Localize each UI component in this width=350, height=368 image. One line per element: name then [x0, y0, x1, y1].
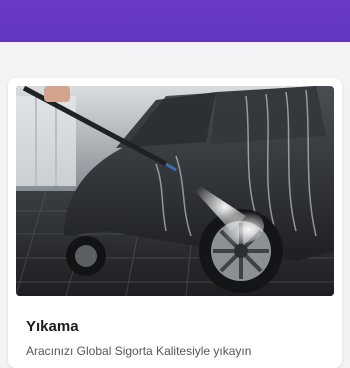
service-card[interactable]: Yıkama Aracınızı Global Sigorta Kalitesi…: [8, 78, 342, 368]
top-app-bar: [0, 0, 350, 42]
service-description: Aracınızı Global Sigorta Kalitesiyle yık…: [26, 344, 252, 358]
service-title: Yıkama: [26, 318, 79, 335]
car-wash-photo: [16, 86, 334, 296]
